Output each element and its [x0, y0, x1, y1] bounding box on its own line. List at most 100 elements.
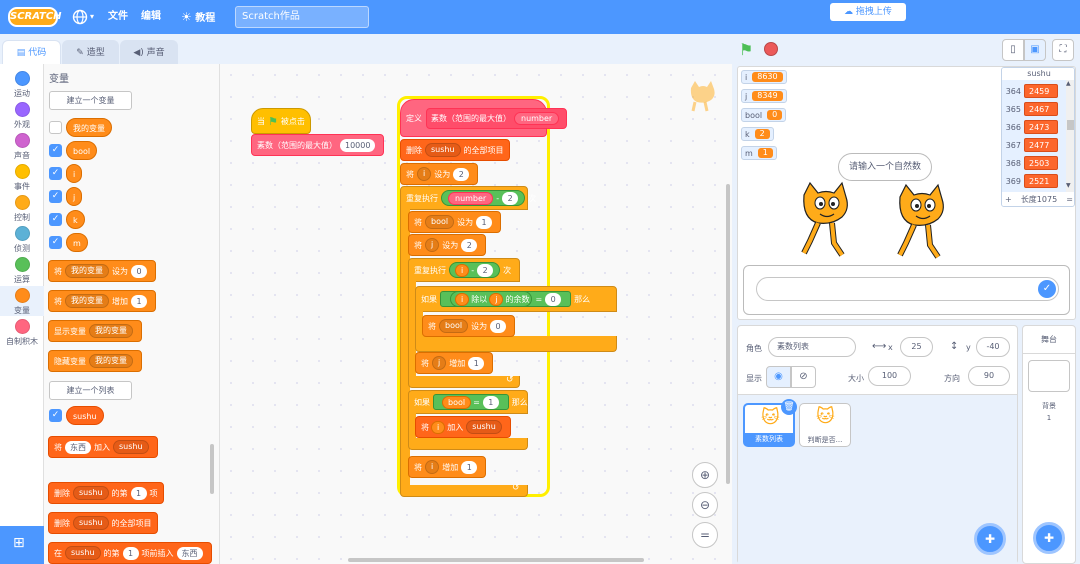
large-stage-button[interactable]: ▣: [1024, 39, 1046, 61]
call-procedure-block[interactable]: 素数（范围的最大值） 10000: [251, 134, 385, 156]
size-input[interactable]: 100: [868, 366, 911, 386]
palette-add-to-list-block[interactable]: 将 东西 加入 sushu: [48, 436, 158, 458]
y-input[interactable]: -40: [976, 337, 1010, 357]
direction-input[interactable]: 90: [968, 366, 1010, 386]
list-item[interactable]: 367 2477: [1002, 136, 1074, 154]
variable-dropdown[interactable]: 我的变量: [89, 354, 133, 368]
list-resize-handle[interactable]: =: [1066, 192, 1073, 206]
argument-input[interactable]: 10000: [340, 138, 376, 152]
variable-reporter[interactable]: k: [66, 210, 85, 229]
parameter-number[interactable]: number: [514, 111, 560, 125]
add-i-to-list-block[interactable]: 将 i 加入 sushu: [415, 416, 511, 438]
sprite-thumb-1[interactable]: 🐱︎ 素数列表 🗑︎: [743, 399, 797, 447]
set-bool-block[interactable]: 将 bool 设为 1: [408, 211, 502, 233]
category-3[interactable]: 声音: [0, 131, 44, 161]
add-sprite-button[interactable]: ✚: [974, 523, 1006, 555]
backdrop-thumbnail[interactable]: [1028, 360, 1070, 392]
variable-monitor[interactable]: m1: [741, 146, 777, 160]
value-input[interactable]: 1: [122, 546, 139, 560]
upload-button[interactable]: ☁ 拖拽上传: [830, 3, 906, 21]
variable-monitor[interactable]: k2: [741, 127, 774, 141]
small-stage-button[interactable]: ▯: [1002, 39, 1024, 61]
variable-checkbox[interactable]: ✓: [49, 167, 62, 180]
sprite-name-input[interactable]: 素数列表: [768, 337, 856, 357]
when-flag-clicked-block[interactable]: 当 ⚑ 被点击: [251, 108, 311, 134]
palette-change-variable-block[interactable]: 将 我的变量 增加 1: [48, 290, 156, 312]
list-scrollbar[interactable]: ▲ ▼: [1066, 80, 1074, 192]
variable-checkbox[interactable]: [49, 121, 62, 134]
list-dropdown[interactable]: sushu: [425, 143, 461, 157]
stop-button[interactable]: [764, 42, 778, 56]
category-4[interactable]: 事件: [0, 162, 44, 192]
variable-checkbox[interactable]: ✓: [49, 144, 62, 157]
set-bool-zero-block[interactable]: 将 bool 设为 0: [422, 315, 516, 337]
category-5[interactable]: 控制: [0, 193, 44, 223]
list-dropdown[interactable]: sushu: [466, 420, 502, 434]
variable-dropdown[interactable]: bool: [425, 215, 455, 229]
tutorials-menu[interactable]: ☀ 教程: [181, 0, 215, 34]
outer-repeat-block[interactable]: 重复执行 number - 2 次: [400, 186, 536, 210]
workspace-hscrollbar[interactable]: [348, 558, 644, 562]
list-monitor-sushu[interactable]: sushu 364 2459 365 2467 366 2473 367 2477 368 250…: [1001, 67, 1075, 207]
value-input[interactable]: 1: [131, 294, 147, 308]
green-flag-button[interactable]: ⚑: [739, 40, 753, 59]
value-input[interactable]: 2: [477, 263, 494, 277]
list-item[interactable]: 364 2459: [1002, 82, 1074, 100]
project-title-input[interactable]: Scratch作品: [235, 6, 369, 28]
if-bool-block[interactable]: 如果 bool = 1 那么: [408, 390, 528, 414]
equals-operator[interactable]: bool = 1: [433, 394, 509, 410]
value-input[interactable]: 2: [502, 191, 519, 205]
variable-monitor[interactable]: bool 0: [741, 108, 787, 122]
list-dropdown[interactable]: sushu: [65, 546, 101, 560]
answer-input[interactable]: ✓: [756, 277, 1059, 301]
edit-menu[interactable]: 编辑: [141, 0, 161, 34]
palette-delete-item-block[interactable]: 删除 sushu 的第 1 项: [48, 482, 164, 504]
value-input[interactable]: 1: [130, 486, 147, 500]
variable-j[interactable]: j: [489, 292, 504, 306]
value-input[interactable]: 1: [468, 356, 485, 370]
palette-set-variable-block[interactable]: 将 我的变量 设为 0: [48, 260, 156, 282]
category-2[interactable]: 外观: [0, 100, 44, 130]
add-backdrop-button[interactable]: ✚: [1033, 522, 1065, 554]
variable-dropdown[interactable]: i: [417, 167, 432, 181]
variable-dropdown[interactable]: i: [425, 460, 440, 474]
tab-costumes[interactable]: ✎ 造型: [62, 40, 119, 64]
zoom-reset-button[interactable]: =: [692, 522, 718, 548]
variable-monitor[interactable]: j 8349: [741, 89, 787, 103]
variable-dropdown[interactable]: 我的变量: [65, 294, 109, 308]
if-mod-block[interactable]: 如果 i 除以 j 的余数 = 0 那么: [415, 286, 617, 312]
category-6[interactable]: 侦测: [0, 224, 44, 254]
list-item-value[interactable]: 2473: [1024, 120, 1058, 134]
delete-sprite-button[interactable]: 🗑︎: [781, 399, 797, 415]
add-extension-button[interactable]: ⊞: [0, 526, 44, 564]
list-item-value[interactable]: 2459: [1024, 84, 1058, 98]
hide-sprite-button[interactable]: ⊘: [791, 366, 816, 388]
variable-reporter[interactable]: j: [66, 187, 83, 206]
value-input[interactable]: 0: [131, 264, 147, 278]
list-item-value[interactable]: 2503: [1024, 156, 1058, 170]
variable-dropdown[interactable]: 我的变量: [89, 324, 133, 338]
variable-dropdown[interactable]: j: [432, 356, 447, 370]
tab-code[interactable]: ▤ 代码: [2, 40, 61, 64]
file-menu[interactable]: 文件: [108, 0, 128, 34]
define-procedure-block[interactable]: 定义 素数（范围的最大值） number: [400, 99, 568, 137]
list-reporter-sushu[interactable]: sushu: [66, 406, 104, 425]
palette-scrollbar[interactable]: [210, 444, 214, 494]
inner-repeat-block[interactable]: 重复执行 i - 2 次: [408, 258, 520, 282]
variable-i[interactable]: i: [455, 292, 470, 306]
value-input[interactable]: 2: [453, 167, 470, 181]
list-item-value[interactable]: 2521: [1024, 174, 1058, 188]
variable-dropdown[interactable]: bool: [439, 319, 469, 333]
parameter-number[interactable]: number: [448, 191, 494, 205]
checkbox-sushu[interactable]: ✓: [49, 409, 62, 422]
set-j-block[interactable]: 将 j 设为 2: [408, 234, 487, 256]
zoom-in-button[interactable]: ⊕: [692, 462, 718, 488]
change-j-block[interactable]: 将 j 增加 1: [415, 352, 494, 374]
cat-sprite-2[interactable]: [886, 183, 956, 263]
make-variable-button[interactable]: 建立一个变量: [49, 91, 132, 110]
palette-insert-block[interactable]: 在 sushu 的第 1 项前插入 东西: [48, 542, 212, 564]
category-1[interactable]: 运动: [0, 69, 44, 99]
value-input[interactable]: 1: [461, 460, 478, 474]
list-dropdown[interactable]: sushu: [113, 440, 149, 454]
list-dropdown[interactable]: sushu: [73, 516, 109, 530]
